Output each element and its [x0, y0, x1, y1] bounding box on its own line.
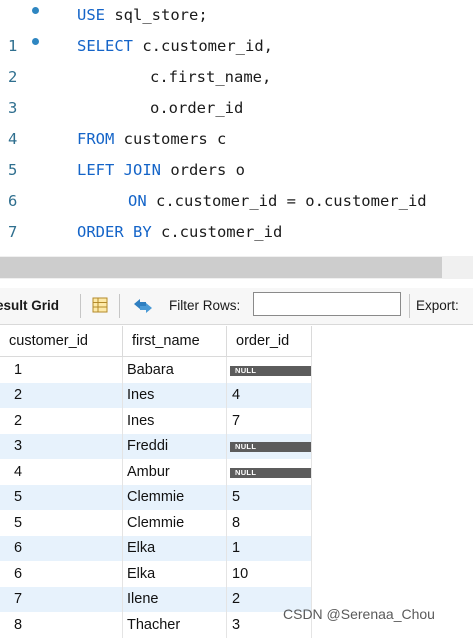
- table-cell[interactable]: 4: [226, 382, 312, 408]
- null-badge: NULL: [230, 365, 311, 376]
- code-text: c.first_name,: [150, 68, 272, 86]
- table-cell[interactable]: 2: [0, 408, 123, 434]
- code-text: SELECT c.customer_id,: [77, 37, 273, 55]
- table-cell[interactable]: Clemmie: [122, 510, 227, 536]
- table-row[interactable]: 4 Ambur NULL: [0, 459, 312, 485]
- table-cell[interactable]: Elka: [122, 535, 227, 561]
- table-cell[interactable]: Elka: [122, 561, 227, 587]
- code-line-4[interactable]: 4 o.order_id: [0, 93, 473, 148]
- code-line-8[interactable]: 8 ORDER BY c.customer_id: [0, 217, 473, 272]
- statement-marker-icon: [32, 7, 39, 14]
- result-grid-tab[interactable]: esult Grid: [0, 298, 59, 313]
- editor-horizontal-scrollbar[interactable]: [0, 256, 473, 279]
- table-cell[interactable]: Ines: [122, 382, 227, 408]
- result-toolbar: esult Grid Filter Rows: Export:: [0, 288, 473, 325]
- table-cell[interactable]: 5: [0, 510, 123, 536]
- table-cell[interactable]: 8: [226, 510, 312, 536]
- table-row[interactable]: 5 Clemmie 5: [0, 484, 312, 510]
- table-cell[interactable]: 3: [0, 433, 123, 459]
- code-text: o.order_id: [150, 99, 244, 117]
- table-row[interactable]: 6 Elka 10: [0, 561, 312, 587]
- code-line-7[interactable]: 7 ON c.customer_id = o.customer_id: [0, 186, 473, 241]
- table-cell[interactable]: NULL: [226, 433, 312, 459]
- table-cell[interactable]: 5: [0, 484, 123, 510]
- table-cell[interactable]: NULL: [226, 356, 312, 383]
- code-text: ON c.customer_id = o.customer_id: [128, 192, 427, 210]
- toolbar-divider: [80, 294, 81, 318]
- code-text: FROM customers c: [77, 130, 227, 148]
- code-text: LEFT JOIN orders o: [77, 161, 245, 179]
- table-cell[interactable]: 6: [0, 561, 123, 587]
- table-row[interactable]: 3 Freddi NULL: [0, 433, 312, 459]
- null-badge: NULL: [230, 442, 311, 453]
- table-cell[interactable]: 8: [0, 612, 123, 638]
- column-header-order-id[interactable]: order_id: [226, 326, 312, 357]
- table-cell[interactable]: 1: [0, 356, 123, 383]
- table-row[interactable]: 2 Ines 7: [0, 408, 312, 434]
- table-cell[interactable]: 4: [0, 459, 123, 485]
- filter-rows-label: Filter Rows:: [169, 298, 241, 313]
- code-text: USE sql_store;: [77, 6, 208, 24]
- scrollbar-thumb[interactable]: [0, 257, 442, 278]
- code-line-6[interactable]: 6 LEFT JOIN orders o: [0, 155, 473, 210]
- table-cell[interactable]: Ilene: [122, 586, 227, 612]
- table-row[interactable]: 1 Babara NULL: [0, 356, 312, 383]
- table-cell[interactable]: Clemmie: [122, 484, 227, 510]
- table-cell[interactable]: NULL: [226, 459, 312, 485]
- table-cell[interactable]: 10: [226, 561, 312, 587]
- table-row[interactable]: 2 Ines 4: [0, 382, 312, 408]
- table-cell[interactable]: Ines: [122, 408, 227, 434]
- grid-layout-icon[interactable]: [92, 297, 108, 313]
- table-cell[interactable]: Babara: [122, 356, 227, 383]
- column-header-first-name[interactable]: first_name: [122, 326, 227, 357]
- statement-marker-icon: [32, 38, 39, 45]
- code-line-1[interactable]: 1 USE sql_store;: [0, 0, 473, 55]
- toolbar-divider: [409, 294, 410, 318]
- table-cell[interactable]: 7: [226, 408, 312, 434]
- refresh-arrows-icon[interactable]: [132, 297, 154, 315]
- column-header-customer-id[interactable]: customer_id: [0, 326, 123, 357]
- table-cell[interactable]: 7: [0, 586, 123, 612]
- code-line-2[interactable]: 2 SELECT c.customer_id,: [0, 31, 473, 86]
- sql-editor[interactable]: 1 USE sql_store; 2 SELECT c.customer_id,…: [0, 0, 473, 272]
- result-grid-table: customer_id first_name order_id 1 Babara N…: [0, 326, 312, 638]
- toolbar-divider: [119, 294, 120, 318]
- code-line-5[interactable]: 5 FROM customers c: [0, 124, 473, 179]
- table-cell[interactable]: 2: [0, 382, 123, 408]
- table-cell[interactable]: Thacher: [122, 612, 227, 638]
- table-cell[interactable]: 5: [226, 484, 312, 510]
- table-cell[interactable]: Ambur: [122, 459, 227, 485]
- watermark-text: CSDN @Serenaa_Chou: [283, 606, 435, 622]
- table-row[interactable]: 7 Ilene 2: [0, 586, 312, 612]
- table-row[interactable]: 8 Thacher 3: [0, 612, 312, 638]
- null-badge: NULL: [230, 467, 311, 478]
- table-cell[interactable]: 6: [0, 535, 123, 561]
- code-line-3[interactable]: 3 c.first_name,: [0, 62, 473, 117]
- filter-rows-input[interactable]: [253, 292, 401, 316]
- table-header-row: customer_id first_name order_id: [0, 326, 312, 357]
- table-row[interactable]: 6 Elka 1: [0, 535, 312, 561]
- export-label[interactable]: Export:: [416, 298, 459, 313]
- table-cell[interactable]: 1: [226, 535, 312, 561]
- code-text: ORDER BY c.customer_id: [77, 223, 283, 241]
- table-cell[interactable]: Freddi: [122, 433, 227, 459]
- table-row[interactable]: 5 Clemmie 8: [0, 510, 312, 536]
